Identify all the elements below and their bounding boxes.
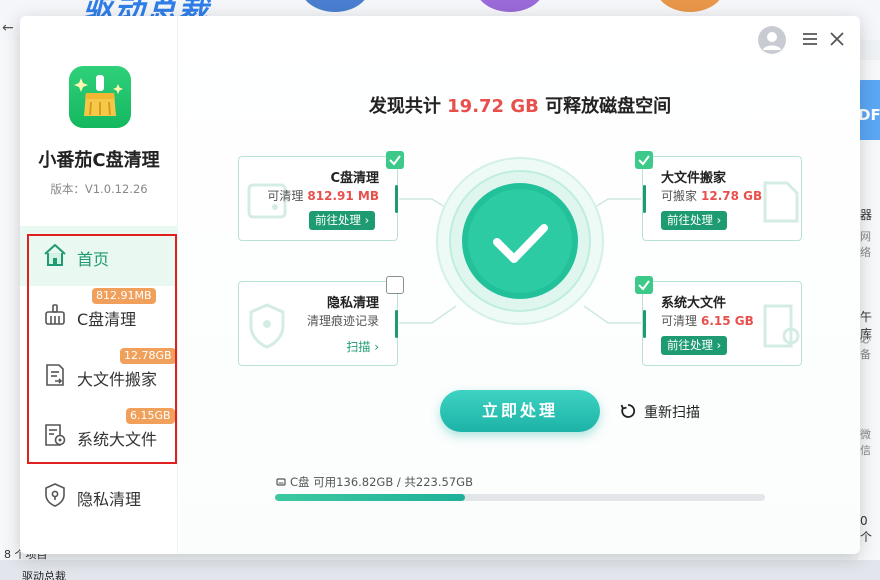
card-title: 系统大文件: [661, 296, 727, 311]
card-description: 可清理 812.91 MB: [239, 187, 379, 204]
refresh-icon: [620, 404, 636, 418]
menu-button[interactable]: [800, 28, 820, 50]
user-avatar[interactable]: [758, 26, 786, 54]
card-desc-label: 可搬家: [661, 189, 698, 203]
card-desc-label: 可清理: [661, 314, 698, 328]
check-icon: [638, 155, 650, 166]
result-headline: 发现共计 19.72 GB 可释放磁盘空间: [180, 92, 860, 118]
main-content: 发现共计 19.72 GB 可释放磁盘空间 C盘清理 可清理 812.91 MB…: [180, 16, 860, 554]
headline-prefix: 发现共计: [368, 96, 441, 117]
background-right-text: 器: [860, 208, 873, 222]
card-description: 清理痕迹记录: [239, 312, 379, 329]
rescan-label: 重新扫描: [644, 405, 700, 421]
card-checkbox[interactable]: [635, 276, 653, 294]
background-decor-circle: [655, 0, 725, 12]
background-decor-circle: [300, 0, 370, 12]
card-description: 可搬家 12.78 GB: [661, 187, 801, 204]
disk-usage-info: C盘 可用136.82GB / 共223.57GB: [276, 474, 473, 490]
app-version: 版本：V1.0.12.26: [50, 182, 148, 196]
sidebar: 小番茄C盘清理 版本：V1.0.12.26 首页 812.91MB C盘清理 1…: [20, 16, 178, 554]
card-title: C盘清理: [330, 171, 379, 186]
card-checkbox[interactable]: [386, 151, 404, 169]
disk-usage-fill: [275, 494, 466, 501]
card-big-file-move[interactable]: 大文件搬家 可搬家 12.78 GB 前往处理 ›: [635, 151, 802, 241]
background-left-panel: [0, 40, 22, 580]
close-icon: [830, 32, 844, 46]
card-desc-label: 可清理: [267, 189, 304, 203]
headline-suffix: 可释放磁盘空间: [545, 96, 672, 117]
user-icon: [763, 32, 781, 50]
background-right-text: 微信: [860, 428, 871, 457]
card-side-bar: [395, 310, 398, 338]
drive-label: C盘: [290, 475, 310, 489]
card-title: 大文件搬家: [661, 171, 727, 186]
card-title: 隐私清理: [326, 296, 379, 311]
check-icon: [389, 155, 401, 166]
annotation-highlight-box: [27, 234, 177, 464]
app-title: 小番茄C盘清理: [38, 150, 160, 171]
check-icon: [638, 280, 650, 291]
background-decor-circle: [475, 0, 545, 12]
card-description: 可清理 6.15 GB: [661, 312, 801, 329]
headline-total-size: 19.72 GB: [447, 96, 539, 117]
card-system-big-file[interactable]: 系统大文件 可清理 6.15 GB 前往处理 ›: [635, 276, 802, 366]
scan-link[interactable]: 扫描 ›: [346, 338, 379, 355]
background-right-text: 网络: [860, 230, 871, 259]
disk-separator: /: [396, 475, 401, 489]
card-c-clean[interactable]: C盘清理 可清理 812.91 MB 前往处理 ›: [238, 151, 404, 241]
scan-complete-check-graphic: [436, 157, 604, 325]
taskbar-app-label[interactable]: 驱动总裁: [22, 568, 66, 580]
card-side-bar: [395, 185, 398, 213]
sidebar-item-label: 隐私清理: [77, 490, 142, 509]
back-arrow-icon[interactable]: ←: [2, 20, 14, 36]
card-checkbox[interactable]: [635, 151, 653, 169]
background-taskbar: 8 个项目 驱动总裁: [0, 548, 880, 580]
card-desc-label: 清理痕迹记录: [306, 314, 379, 328]
close-button[interactable]: [826, 28, 848, 50]
shield-lock-icon: [45, 483, 65, 507]
app-logo: [69, 66, 131, 128]
go-process-button[interactable]: 前往处理 ›: [661, 336, 728, 355]
disk-total: 共223.57GB: [404, 475, 473, 489]
hamburger-menu-icon: [803, 33, 817, 45]
disk-available: 可用136.82GB: [313, 475, 394, 489]
card-side-bar: [643, 310, 646, 338]
disk-usage-bar: [275, 494, 765, 501]
drive-icon: [276, 478, 286, 486]
background-right-text: 0 个: [860, 514, 873, 544]
card-side-bar: [643, 185, 646, 213]
broom-logo-icon: [74, 75, 123, 116]
go-process-button[interactable]: 前往处理 ›: [661, 211, 728, 230]
process-now-button[interactable]: 立即处理: [440, 390, 600, 432]
app-window: 小番茄C盘清理 版本：V1.0.12.26 首页 812.91MB C盘清理 1…: [20, 16, 860, 554]
background-right-text: 必备: [860, 332, 871, 361]
card-checkbox[interactable]: [386, 276, 404, 294]
card-privacy-clean[interactable]: 隐私清理 清理痕迹记录 扫描 ›: [238, 276, 404, 366]
card-desc-value: 812.91 MB: [307, 189, 379, 203]
card-desc-value: 12.78 GB: [701, 189, 763, 203]
sidebar-item-privacy[interactable]: 隐私清理: [20, 466, 178, 526]
card-desc-value: 6.15 GB: [701, 314, 754, 328]
go-process-button[interactable]: 前往处理 ›: [309, 211, 376, 230]
